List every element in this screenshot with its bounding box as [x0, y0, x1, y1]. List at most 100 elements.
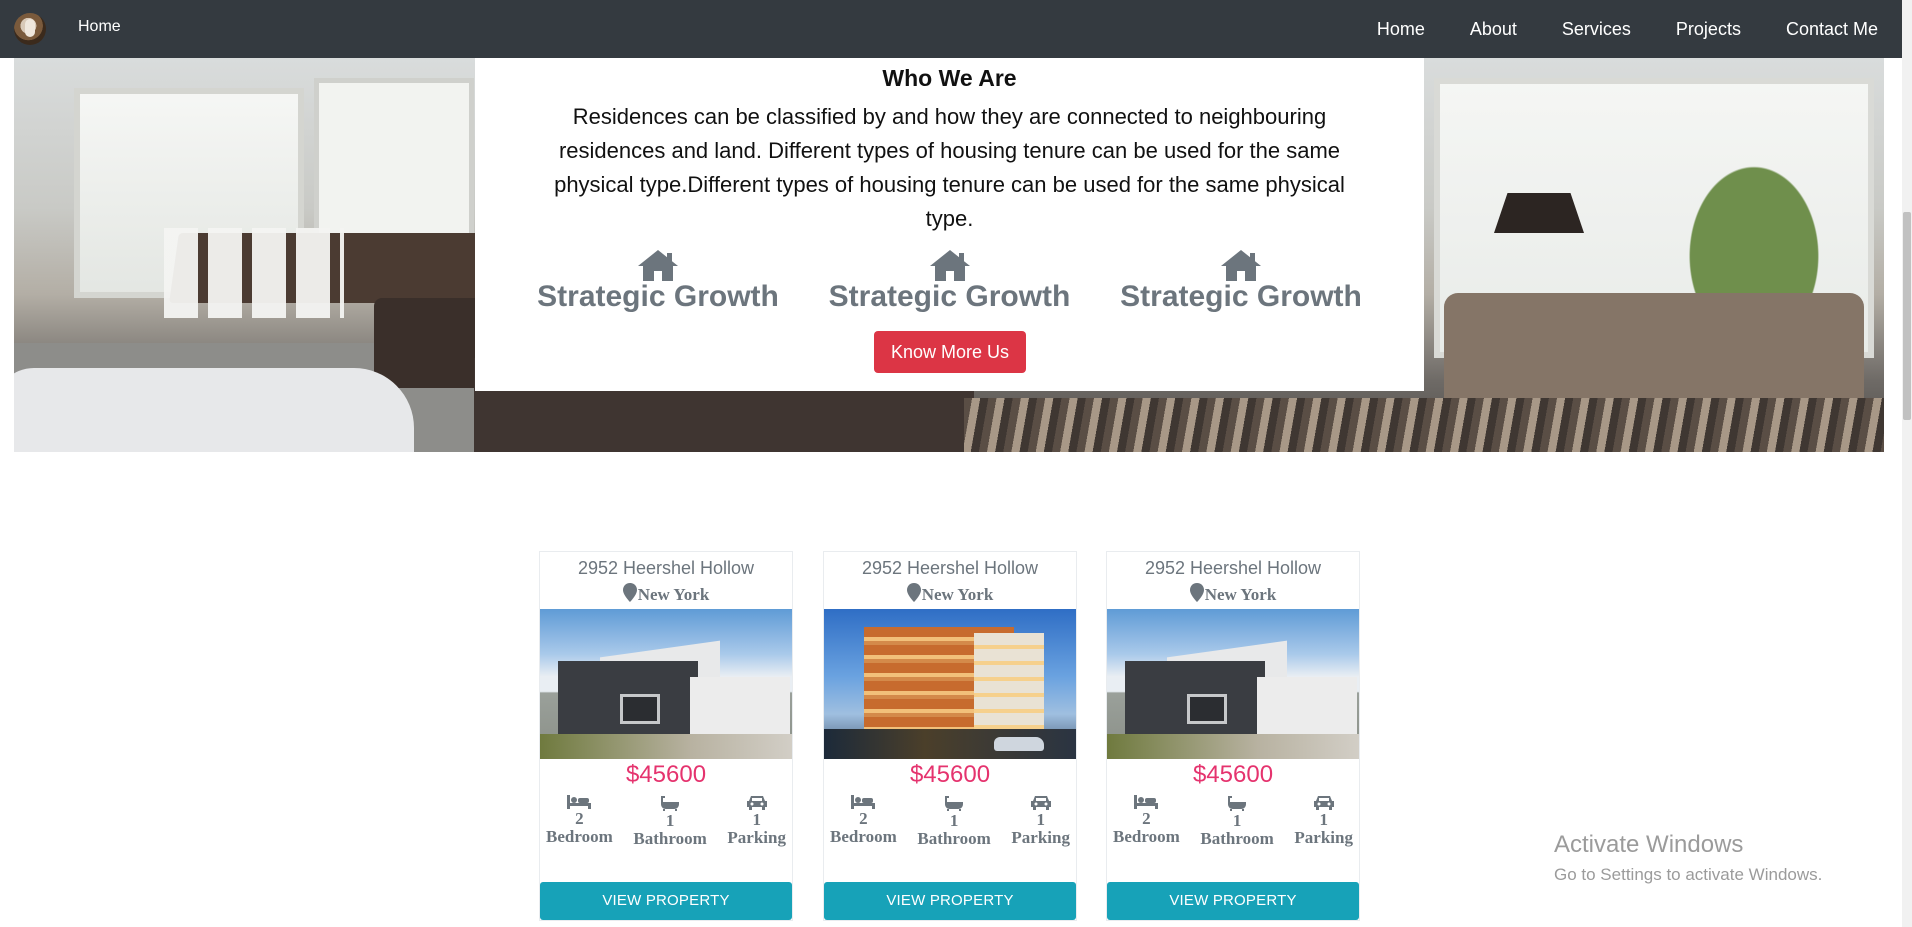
bath-icon: [1228, 796, 1247, 811]
amenity-count: 2: [859, 809, 868, 828]
map-pin-icon: [622, 583, 637, 602]
property-address: 2952 Heershel Hollow: [1144, 558, 1322, 578]
house-ground: [1107, 734, 1359, 759]
amenity-count: 1: [752, 810, 761, 829]
property-price: $45600: [625, 761, 707, 788]
amenity-bathroom: 1 Bathroom: [633, 795, 707, 848]
view-property-button[interactable]: VIEW PROPERTY: [1107, 882, 1359, 920]
property-photo[interactable]: [824, 609, 1076, 759]
view-property-button[interactable]: VIEW PROPERTY: [540, 882, 792, 920]
amenity-parking: 1 Parking: [727, 795, 786, 848]
amenity-count: 1: [1319, 810, 1328, 829]
bed-icon: [567, 795, 592, 809]
hero-lamp: [1494, 193, 1584, 233]
watermark-subtitle: Go to Settings to activate Windows.: [1554, 865, 1823, 884]
page-scrollbar[interactable]: [1902, 0, 1912, 927]
scrollbar-thumb[interactable]: [1903, 212, 1911, 420]
house-ground: [540, 734, 792, 759]
amenity-label: Bathroom: [633, 829, 707, 848]
amenities-row: 2 Bedroom 1 Bathroom 1 Parking: [540, 795, 792, 848]
nav-link-about[interactable]: About: [1470, 19, 1517, 40]
property-card: 2952 Heershel Hollow New York $45600 2 B…: [823, 551, 1077, 921]
property-card: 2952 Heershel Hollow New York $45600 2 B…: [539, 551, 793, 921]
home-icon: [929, 250, 970, 281]
view-property-button[interactable]: VIEW PROPERTY: [824, 882, 1076, 920]
amenity-label: Parking: [727, 828, 786, 847]
property-price: $45600: [909, 761, 991, 788]
who-we-are-panel: Who We Are Residences can be classified …: [475, 58, 1424, 391]
amenity-bedroom: 2 Bedroom: [1113, 795, 1180, 848]
amenity-label: Bedroom: [830, 827, 897, 846]
page: Home Home About Services Projects Contac…: [0, 0, 1912, 927]
house-window: [620, 694, 660, 724]
home-icon: [1221, 250, 1261, 281]
home-icon: [638, 250, 678, 281]
nav-link-services[interactable]: Services: [1562, 19, 1631, 40]
hero-window-left-2: [314, 78, 474, 238]
map-pin-icon: [1189, 583, 1204, 602]
feature-label: Strategic Growth: [828, 280, 1071, 313]
building-side: [974, 633, 1044, 742]
brand-logo[interactable]: [14, 13, 46, 45]
property-city: New York: [921, 585, 994, 604]
about-description: Residences can be classified by and how …: [554, 104, 1345, 231]
amenity-bedroom: 2 Bedroom: [546, 795, 613, 848]
property-price: $45600: [1192, 761, 1274, 788]
amenity-label: Bathroom: [917, 829, 991, 848]
car-icon: [746, 796, 767, 810]
bed-icon: [851, 795, 876, 809]
house-wing: [690, 677, 790, 737]
amenities-row: 2 Bedroom 1 Bathroom 1 Parking: [824, 795, 1076, 848]
house-window: [1187, 694, 1227, 724]
nav-link-projects[interactable]: Projects: [1676, 19, 1741, 40]
feature-label: Strategic Growth: [537, 280, 779, 313]
about-title: Who We Are: [882, 65, 1017, 91]
property-photo[interactable]: [1107, 609, 1359, 759]
building-car: [994, 737, 1044, 751]
feature-list: Strategic Growth Strategic Growth Strate…: [523, 248, 1376, 314]
amenity-count: 1: [665, 811, 675, 830]
bath-icon: [945, 796, 964, 811]
property-card: 2952 Heershel Hollow New York $45600 2 B…: [1106, 551, 1360, 921]
property-location: New York: [540, 583, 792, 605]
nav-link-home[interactable]: Home: [1377, 19, 1425, 40]
nav-link-contact[interactable]: Contact Me: [1786, 19, 1878, 40]
top-navbar: Home Home About Services Projects Contac…: [0, 0, 1902, 58]
windows-activation-watermark: Activate Windows Go to Settings to activ…: [1554, 831, 1822, 885]
feature-item: Strategic Growth: [523, 248, 793, 314]
property-list: 2952 Heershel Hollow New York $45600 2 B…: [539, 551, 1361, 927]
brand-home-link[interactable]: Home: [78, 18, 121, 36]
amenity-parking: 1 Parking: [1011, 795, 1070, 848]
amenity-count: 2: [575, 809, 584, 828]
hero-chairs: [164, 228, 344, 318]
amenity-count: 1: [949, 811, 959, 830]
amenity-parking: 1 Parking: [1294, 795, 1353, 848]
property-address: 2952 Heershel Hollow: [861, 558, 1039, 578]
feature-label: Strategic Growth: [1120, 280, 1362, 313]
amenity-bathroom: 1 Bathroom: [1200, 795, 1274, 848]
car-icon: [1313, 796, 1334, 810]
hero-striped-rug: [964, 398, 1884, 452]
feature-item: Strategic Growth: [1106, 248, 1376, 314]
property-city: New York: [1204, 585, 1277, 604]
property-location: New York: [1107, 583, 1359, 605]
house-wing: [1257, 677, 1357, 737]
hero-sofa-right: [1444, 293, 1864, 413]
feature-item: Strategic Growth: [815, 248, 1085, 314]
amenity-label: Parking: [1294, 828, 1353, 847]
amenity-count: 1: [1232, 811, 1242, 830]
amenity-label: Parking: [1011, 828, 1070, 847]
property-photo[interactable]: [540, 609, 792, 759]
bath-icon: [661, 796, 680, 811]
map-pin-icon: [906, 583, 921, 602]
hero-sofa-left: [14, 368, 414, 452]
amenities-row: 2 Bedroom 1 Bathroom 1 Parking: [1107, 795, 1359, 848]
bed-icon: [1134, 795, 1159, 809]
amenity-label: Bedroom: [1113, 827, 1180, 846]
amenity-bathroom: 1 Bathroom: [917, 795, 991, 848]
car-icon: [1030, 796, 1051, 810]
amenity-count: 2: [1142, 809, 1151, 828]
know-more-button[interactable]: Know More Us: [874, 331, 1026, 373]
amenity-label: Bathroom: [1200, 829, 1274, 848]
property-location: New York: [824, 583, 1076, 605]
